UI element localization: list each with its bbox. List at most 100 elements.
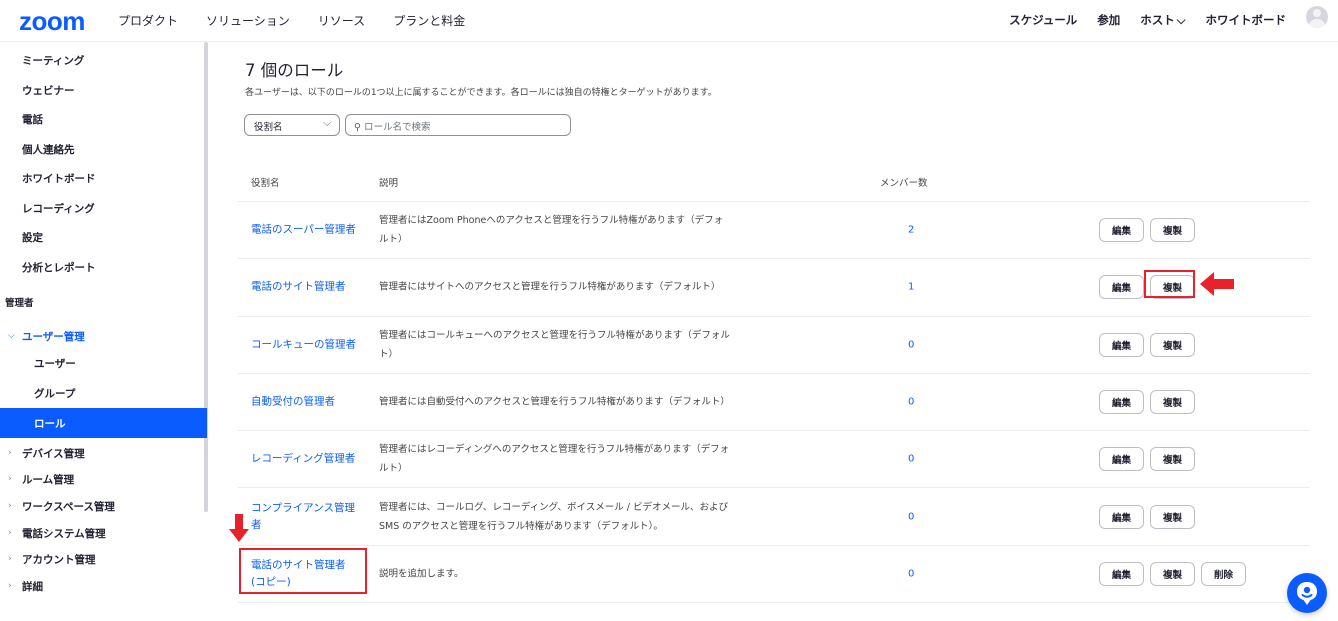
- nav-pricing[interactable]: プランと料金: [393, 12, 465, 29]
- row-actions: 編集 複製: [1099, 504, 1196, 529]
- table-body: 電話のスーパー管理者 管理者にはZoom Phoneへのアクセスと管理を行うフル…: [238, 202, 1310, 604]
- row-actions: 編集 複製: [1099, 390, 1196, 415]
- role-name-link[interactable]: コンプライアンス管理者: [251, 500, 359, 534]
- avatar[interactable]: [1306, 6, 1328, 28]
- chevron-down-icon: ⌵: [8, 331, 15, 341]
- nav-products[interactable]: プロダクト: [118, 12, 178, 29]
- role-description: 管理者には、コールログ、レコーディング、ボイスメール / ビデオメール、および …: [379, 501, 728, 532]
- sidebar-item-phone[interactable]: 電話: [0, 104, 207, 134]
- chat-icon: [1297, 582, 1317, 605]
- col-header-desc: 説明: [379, 178, 399, 189]
- sidebar-item-recording[interactable]: レコーディング: [0, 193, 207, 223]
- sidebar-item-groups[interactable]: グループ: [0, 378, 207, 408]
- role-description: 管理者にはサイトへのアクセスと管理を行うフル特権があります（デフォルト）: [379, 281, 721, 293]
- red-arrow-down-icon: [229, 514, 249, 542]
- copy-button[interactable]: 複製: [1150, 504, 1196, 529]
- chevron-right-icon: ›: [8, 581, 12, 591]
- sidebar-item-device-mgmt-label: デバイス管理: [22, 447, 85, 460]
- nav-host[interactable]: ホスト ⌵: [1140, 12, 1185, 28]
- sidebar: ミーティング ウェビナー 電話 個人連絡先 ホワイトボード レコーディング 設定…: [0, 42, 208, 621]
- search-input[interactable]: ⚲ ロール名で検索: [345, 114, 571, 136]
- edit-button[interactable]: 編集: [1099, 275, 1145, 300]
- table-row: 電話のサイト管理者 (コピー) 説明を追加します。 0 編集 複製 削除: [238, 546, 1310, 604]
- copy-button[interactable]: 複製: [1150, 275, 1196, 300]
- row-actions: 編集 複製: [1099, 218, 1196, 243]
- row-actions: 編集 複製: [1099, 332, 1196, 357]
- chevron-right-icon: ›: [8, 528, 12, 538]
- chevron-right-icon: ›: [8, 474, 12, 484]
- copy-button[interactable]: 複製: [1150, 218, 1196, 243]
- role-name-link[interactable]: 電話のサイト管理者: [251, 279, 359, 296]
- edit-button[interactable]: 編集: [1099, 447, 1145, 472]
- edit-button[interactable]: 編集: [1099, 332, 1145, 357]
- member-count-link[interactable]: 1: [908, 282, 914, 293]
- table-row: 電話のスーパー管理者 管理者にはZoom Phoneへのアクセスと管理を行うフル…: [238, 202, 1310, 260]
- sidebar-item-users[interactable]: ユーザー: [0, 348, 207, 378]
- edit-button[interactable]: 編集: [1099, 218, 1145, 243]
- member-count-link[interactable]: 2: [908, 225, 914, 236]
- edit-button[interactable]: 編集: [1099, 504, 1145, 529]
- sidebar-item-analytics[interactable]: 分析とレポート: [0, 252, 207, 282]
- table-row: レコーディング管理者 管理者にはレコーディングへのアクセスと管理を行うフル特権が…: [238, 431, 1310, 489]
- chevron-down-icon: ⌵: [1176, 13, 1186, 27]
- sidebar-item-advanced-label: 詳細: [22, 580, 43, 593]
- filter-select[interactable]: 役割名 ⌵: [244, 114, 340, 136]
- sidebar-item-meeting[interactable]: ミーティング: [0, 45, 207, 75]
- sidebar-item-phone-system-label: 電話システム管理: [22, 527, 106, 540]
- sidebar-item-user-mgmt[interactable]: ⌵ ユーザー管理: [0, 321, 207, 351]
- role-description: 管理者にはZoom Phoneへのアクセスと管理を行うフル特権があります（デフォ…: [379, 215, 724, 246]
- nav-schedule[interactable]: スケジュール: [1009, 12, 1077, 28]
- role-name-link[interactable]: コールキューの管理者: [251, 336, 359, 353]
- nav-solutions[interactable]: ソリューション: [206, 12, 290, 29]
- member-count-link[interactable]: 0: [908, 511, 914, 522]
- top-nav: zoom プロダクト ソリューション リソース プランと料金 スケジュール 参加…: [0, 0, 1338, 42]
- col-header-name: 役割名: [251, 178, 280, 189]
- sidebar-item-webinar[interactable]: ウェビナー: [0, 75, 207, 105]
- role-name-link[interactable]: レコーディング管理者: [251, 451, 359, 468]
- member-count-link[interactable]: 0: [908, 339, 914, 350]
- chatbot-button[interactable]: [1287, 573, 1327, 613]
- role-name-link[interactable]: 自動受付の管理者: [251, 394, 359, 411]
- edit-button[interactable]: 編集: [1099, 561, 1145, 586]
- member-count-link[interactable]: 0: [908, 397, 914, 408]
- sidebar-item-user-mgmt-label: ユーザー管理: [22, 330, 85, 343]
- sidebar-item-settings[interactable]: 設定: [0, 222, 207, 252]
- sidebar-item-roles[interactable]: ロール: [0, 408, 207, 438]
- sidebar-item-workspace-mgmt[interactable]: › ワークスペース管理: [0, 491, 207, 521]
- page-subtitle: 各ユーザーは、以下のロールの1つ以上に属することができます。各ロールには独自の特…: [245, 88, 717, 98]
- chevron-right-icon: ›: [8, 448, 12, 458]
- nav-host-label: ホスト: [1140, 13, 1175, 27]
- copy-button[interactable]: 複製: [1150, 561, 1196, 586]
- role-name-link[interactable]: 電話のスーパー管理者: [251, 222, 359, 239]
- role-name-link[interactable]: 電話のサイト管理者 (コピー): [251, 557, 359, 591]
- copy-button[interactable]: 複製: [1150, 447, 1196, 472]
- table-row: コールキューの管理者 管理者にはコールキューへのアクセスと管理を行うフル特権があ…: [238, 317, 1310, 374]
- page-title: 7 個のロール: [245, 61, 344, 80]
- nav-join[interactable]: 参加: [1097, 12, 1120, 28]
- nav-whiteboard[interactable]: ホワイトボード: [1206, 12, 1287, 28]
- search-placeholder: ロール名で検索: [363, 122, 431, 133]
- nav-resources[interactable]: リソース: [318, 12, 365, 29]
- nav-secondary: スケジュール 参加 ホスト ⌵ ホワイトボード: [1009, 12, 1286, 28]
- filter-select-value: 役割名: [254, 122, 283, 133]
- table-header: 役割名 説明 メンバー数: [238, 166, 1310, 202]
- sidebar-item-contacts[interactable]: 個人連絡先: [0, 134, 207, 164]
- row-actions: 編集 複製: [1099, 447, 1196, 472]
- roles-table: 役割名 説明 メンバー数 電話のスーパー管理者 管理者にはZoom Phoneへ…: [238, 166, 1310, 604]
- sidebar-item-advanced[interactable]: › 詳細: [0, 571, 207, 601]
- search-icon: ⚲: [354, 122, 361, 133]
- copy-button[interactable]: 複製: [1150, 332, 1196, 357]
- table-row: 電話のサイト管理者 管理者にはサイトへのアクセスと管理を行うフル特権があります（…: [238, 259, 1310, 317]
- member-count-link[interactable]: 0: [908, 454, 914, 465]
- role-description: 説明を追加します。: [379, 568, 464, 580]
- copy-button[interactable]: 複製: [1150, 390, 1196, 415]
- edit-button[interactable]: 編集: [1099, 390, 1145, 415]
- role-description: 管理者にはレコーディングへのアクセスと管理を行うフル特権があります（デフォルト）: [379, 444, 730, 475]
- sidebar-item-room-mgmt[interactable]: › ルーム管理: [0, 464, 207, 494]
- delete-button[interactable]: 削除: [1201, 561, 1247, 586]
- member-count-link[interactable]: 0: [908, 568, 914, 579]
- sidebar-item-account-mgmt[interactable]: › アカウント管理: [0, 544, 207, 574]
- nav-primary: プロダクト ソリューション リソース プランと料金: [118, 12, 465, 29]
- zoom-logo[interactable]: zoom: [19, 6, 85, 37]
- sidebar-item-whiteboard[interactable]: ホワイトボード: [0, 163, 207, 193]
